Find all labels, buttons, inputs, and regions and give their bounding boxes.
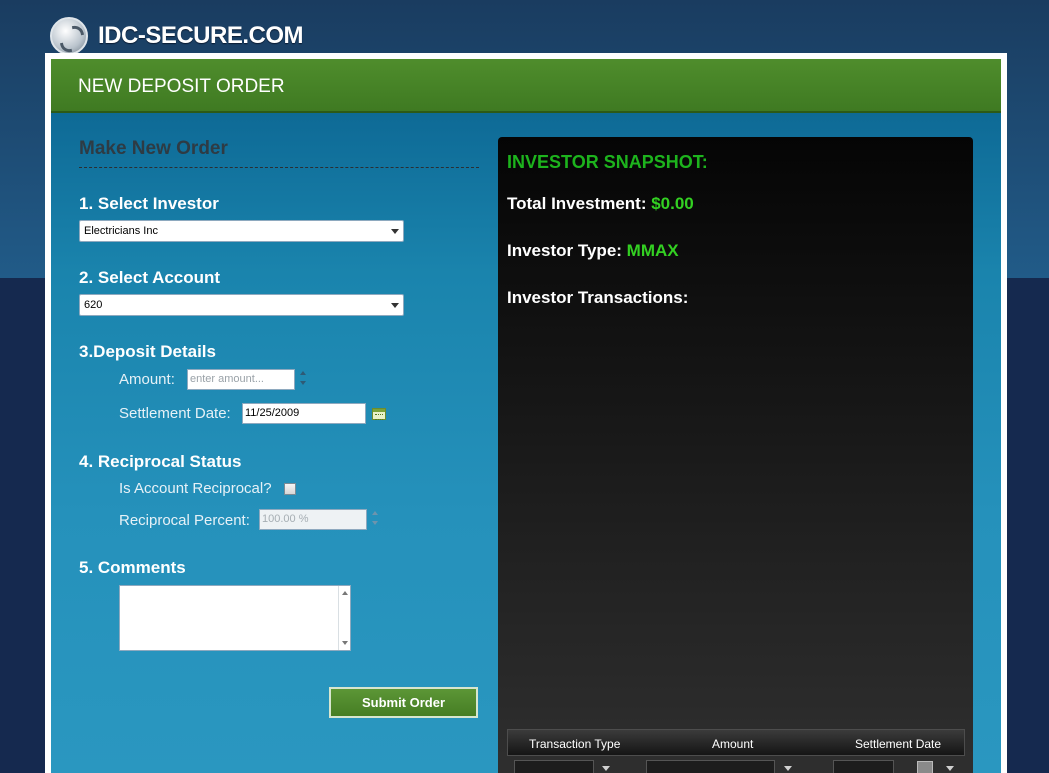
step-comments-label: 5. Comments [79, 558, 186, 577]
transactions-filter-row [507, 758, 965, 773]
investor-select[interactable]: Electricians Inc [79, 220, 404, 242]
investor-type-value: MMAX [626, 241, 679, 260]
step-deposit-details-label: 3.Deposit Details [79, 342, 216, 361]
filter-amount[interactable] [646, 760, 775, 773]
reciprocal-checkbox[interactable] [284, 483, 296, 495]
reciprocal-percent-label: Reciprocal Percent: [119, 512, 250, 529]
investor-snapshot-panel: INVESTOR SNAPSHOT: Total Investment: $0.… [498, 137, 973, 773]
investor-type: Investor Type: MMAX [507, 241, 679, 261]
chevron-down-icon[interactable] [784, 766, 792, 771]
reciprocal-question-label: Is Account Reciprocal? [119, 480, 272, 497]
investor-type-label: Investor Type: [507, 241, 622, 260]
account-select[interactable]: 620 [79, 294, 404, 316]
spinner-up-icon[interactable] [300, 371, 306, 375]
chevron-down-icon[interactable] [946, 766, 954, 771]
chevron-down-icon [391, 303, 399, 308]
calendar-icon[interactable] [917, 761, 933, 773]
calendar-icon[interactable] [372, 408, 386, 420]
scroll-down-icon[interactable] [342, 641, 348, 645]
reciprocal-percent-input[interactable]: 100.00 % [259, 509, 367, 530]
step-select-account-label: 2. Select Account [79, 268, 221, 287]
column-amount[interactable]: Amount [712, 737, 753, 751]
investor-select-value: Electricians Inc [84, 225, 158, 237]
filter-transaction-type[interactable] [514, 760, 594, 773]
amount-spinner[interactable] [299, 369, 307, 389]
investor-transactions-label: Investor Transactions: [507, 288, 689, 307]
settlement-date-label: Settlement Date: [119, 405, 231, 422]
spinner-up-icon[interactable] [372, 511, 378, 515]
step-reciprocal-status-label: 4. Reciprocal Status [79, 452, 242, 471]
transactions-grid-header: Transaction Type Amount Settlement Date [507, 729, 965, 756]
logo-icon [50, 17, 88, 55]
chevron-down-icon[interactable] [602, 766, 610, 771]
content-area: Make New Order 1. Select Investor Electr… [51, 113, 1001, 773]
total-investment-label: Total Investment: [507, 194, 647, 213]
brand-name: IDC-SECURE.COM [98, 22, 304, 49]
settlement-date-input[interactable]: 11/25/2009 [242, 403, 366, 424]
spinner-down-icon[interactable] [300, 381, 306, 385]
amount-input[interactable]: enter amount... [187, 369, 295, 390]
scroll-up-icon[interactable] [342, 591, 348, 595]
page-title: NEW DEPOSIT ORDER [78, 76, 285, 97]
amount-label: Amount: [119, 371, 175, 388]
total-investment: Total Investment: $0.00 [507, 194, 694, 214]
step-select-investor-label: 1. Select Investor [79, 194, 219, 213]
column-transaction-type[interactable]: Transaction Type [529, 737, 620, 751]
total-investment-value: $0.00 [651, 194, 694, 213]
chevron-down-icon [391, 229, 399, 234]
submit-order-button[interactable]: Submit Order [329, 687, 478, 718]
percent-spinner[interactable] [371, 509, 379, 529]
form-heading: Make New Order [79, 138, 479, 168]
snapshot-title: INVESTOR SNAPSHOT: [507, 152, 708, 172]
comments-textarea[interactable] [119, 585, 351, 651]
site-logo[interactable]: IDC-SECURE.COM [50, 17, 304, 55]
column-settlement-date[interactable]: Settlement Date [855, 737, 941, 751]
spinner-down-icon[interactable] [372, 521, 378, 525]
filter-settlement-date[interactable] [833, 760, 894, 773]
page-header: NEW DEPOSIT ORDER [51, 59, 1001, 113]
account-select-value: 620 [84, 299, 103, 311]
comments-scrollbar[interactable] [338, 586, 350, 650]
